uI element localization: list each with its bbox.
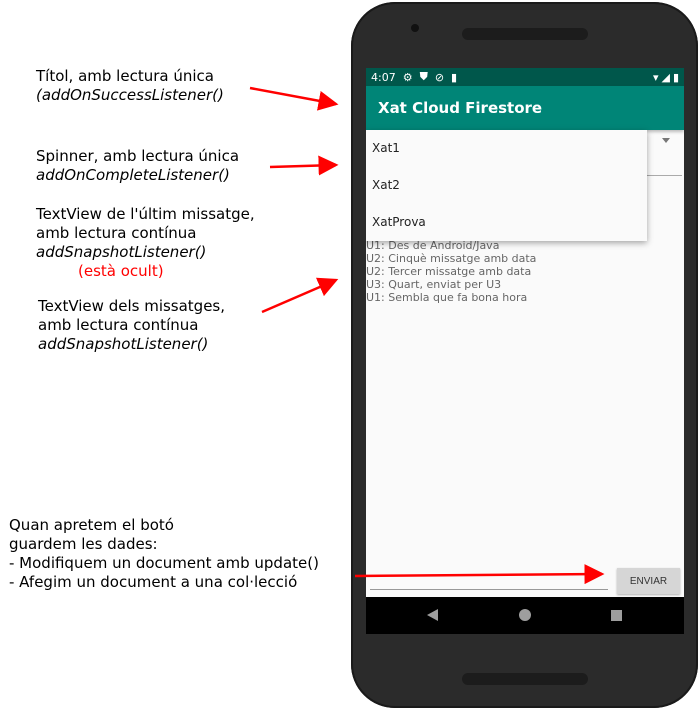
arrow-title [249, 86, 339, 111]
arrows-layer [249, 86, 605, 585]
arrow-button [354, 564, 605, 585]
arrow-spinner [269, 155, 339, 176]
arrow-messages [261, 277, 339, 314]
